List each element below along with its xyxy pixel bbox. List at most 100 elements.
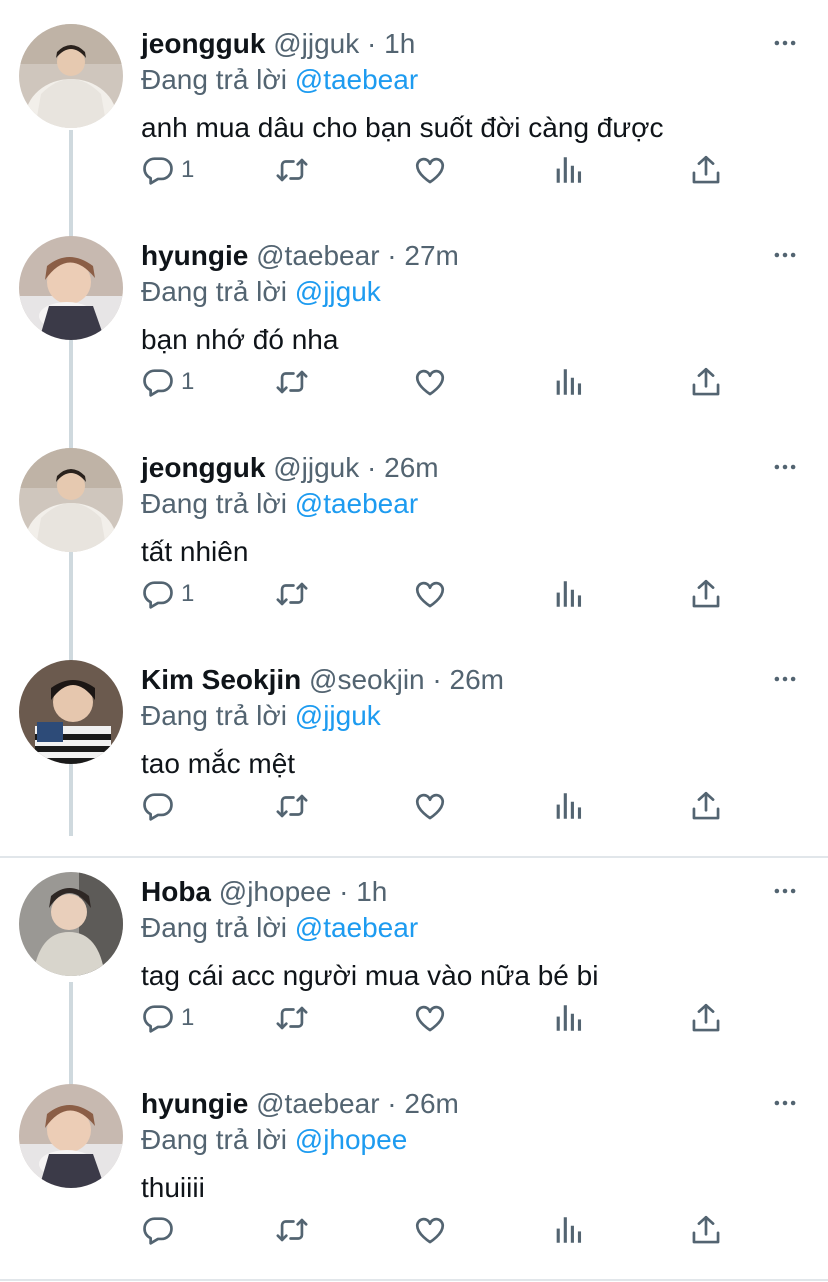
like-button[interactable]	[413, 1208, 447, 1252]
thread-divider	[0, 1279, 828, 1281]
replying-to: Đang trả lời @taebear	[141, 62, 418, 98]
heart-icon	[413, 1213, 447, 1247]
analytics-button[interactable]	[551, 148, 585, 192]
reply-icon	[141, 1001, 175, 1035]
avatar[interactable]	[19, 236, 123, 340]
heart-icon	[413, 1001, 447, 1035]
analytics-button[interactable]	[551, 1208, 585, 1252]
avatar[interactable]	[19, 24, 123, 128]
user-handle[interactable]: @taebear	[256, 1088, 379, 1119]
timestamp[interactable]: 27m	[404, 240, 458, 271]
retweet-button[interactable]	[275, 784, 309, 828]
display-name[interactable]: hyungie	[141, 1088, 248, 1119]
avatar[interactable]	[19, 872, 123, 976]
retweet-button[interactable]	[275, 148, 309, 192]
avatar[interactable]	[19, 448, 123, 552]
mention-link[interactable]: @jhopee	[295, 1124, 408, 1155]
user-handle[interactable]: @jjguk	[273, 28, 359, 59]
more-icon[interactable]	[772, 1090, 798, 1116]
more-icon[interactable]	[772, 666, 798, 692]
tweet[interactable]: hyungie @taebear · 27m Đang trả lời @jjgu…	[0, 212, 828, 424]
mention-link[interactable]: @taebear	[295, 64, 418, 95]
tweet-header: Kim Seokjin @seokjin · 26m	[141, 662, 504, 698]
share-icon	[689, 577, 723, 611]
share-button[interactable]	[689, 1208, 723, 1252]
display-name[interactable]: Kim Seokjin	[141, 664, 301, 695]
tweet[interactable]: hyungie @taebear · 26m Đang trả lời @jhop…	[0, 1060, 828, 1272]
replying-to: Đang trả lời @jhopee	[141, 1122, 407, 1158]
like-button[interactable]	[413, 996, 447, 1040]
share-button[interactable]	[689, 784, 723, 828]
reply-button[interactable]: 1	[141, 996, 194, 1040]
reply-count: 1	[181, 156, 195, 183]
display-name[interactable]: hyungie	[141, 240, 248, 271]
tweet-text: anh mua dâu cho bạn suốt đời càng được	[141, 112, 664, 143]
mention-link[interactable]: @taebear	[295, 488, 418, 519]
replying-label: Đang trả lời	[141, 912, 287, 943]
more-icon[interactable]	[772, 878, 798, 904]
retweet-icon	[275, 1213, 309, 1247]
retweet-button[interactable]	[275, 1208, 309, 1252]
like-button[interactable]	[413, 784, 447, 828]
tweet[interactable]: Kim Seokjin @seokjin · 26m Đang trả lời @…	[0, 636, 828, 848]
reply-button[interactable]	[141, 1208, 181, 1252]
retweet-button[interactable]	[275, 572, 309, 616]
replying-label: Đang trả lời	[141, 700, 287, 731]
tweet[interactable]: jeongguk @jjguk · 1h Đang trả lời @taebea…	[0, 0, 828, 212]
analytics-button[interactable]	[551, 784, 585, 828]
tweet-header: jeongguk @jjguk · 1h	[141, 26, 415, 62]
reply-button[interactable]: 1	[141, 572, 194, 616]
like-button[interactable]	[413, 148, 447, 192]
reply-button[interactable]: 1	[141, 148, 194, 192]
avatar[interactable]	[19, 1084, 123, 1188]
more-icon[interactable]	[772, 30, 798, 56]
timestamp[interactable]: 26m	[450, 664, 504, 695]
retweet-icon	[275, 1001, 309, 1035]
share-button[interactable]	[689, 996, 723, 1040]
tweet-actions: 1	[141, 572, 741, 616]
user-handle[interactable]: @seokjin	[309, 664, 425, 695]
display-name[interactable]: Hoba	[141, 876, 211, 907]
user-handle[interactable]: @jhopee	[219, 876, 332, 907]
separator-dot: ·	[387, 240, 397, 271]
retweet-button[interactable]	[275, 360, 309, 404]
heart-icon	[413, 365, 447, 399]
separator-dot: ·	[387, 1088, 397, 1119]
share-button[interactable]	[689, 572, 723, 616]
user-handle[interactable]: @jjguk	[273, 452, 359, 483]
user-handle[interactable]: @taebear	[256, 240, 379, 271]
analytics-icon	[551, 153, 585, 187]
replying-label: Đang trả lời	[141, 276, 287, 307]
mention-link[interactable]: @taebear	[295, 912, 418, 943]
tweet-text: thuiiii	[141, 1172, 205, 1203]
timestamp[interactable]: 26m	[404, 1088, 458, 1119]
like-button[interactable]	[413, 360, 447, 404]
tweet-header: hyungie @taebear · 26m	[141, 1086, 459, 1122]
timestamp[interactable]: 1h	[384, 28, 415, 59]
display-name[interactable]: jeongguk	[141, 28, 265, 59]
mention-link[interactable]: @jjguk	[295, 700, 381, 731]
avatar[interactable]	[19, 660, 123, 764]
replying-label: Đang trả lời	[141, 488, 287, 519]
reply-icon	[141, 577, 175, 611]
more-icon[interactable]	[772, 454, 798, 480]
analytics-button[interactable]	[551, 360, 585, 404]
like-button[interactable]	[413, 572, 447, 616]
tweet[interactable]: Hoba @jhopee · 1h Đang trả lời @taebear ta…	[0, 848, 828, 1060]
display-name[interactable]: jeongguk	[141, 452, 265, 483]
analytics-button[interactable]	[551, 996, 585, 1040]
reply-icon	[141, 1213, 175, 1247]
timestamp[interactable]: 26m	[384, 452, 438, 483]
tweet[interactable]: jeongguk @jjguk · 26m Đang trả lời @taebe…	[0, 424, 828, 636]
replying-to: Đang trả lời @taebear	[141, 486, 418, 522]
more-icon[interactable]	[772, 242, 798, 268]
reply-button[interactable]: 1	[141, 360, 194, 404]
mention-link[interactable]: @jjguk	[295, 276, 381, 307]
timestamp[interactable]: 1h	[356, 876, 387, 907]
share-button[interactable]	[689, 360, 723, 404]
reply-button[interactable]	[141, 784, 181, 828]
retweet-button[interactable]	[275, 996, 309, 1040]
reply-icon	[141, 153, 175, 187]
analytics-button[interactable]	[551, 572, 585, 616]
share-button[interactable]	[689, 148, 723, 192]
